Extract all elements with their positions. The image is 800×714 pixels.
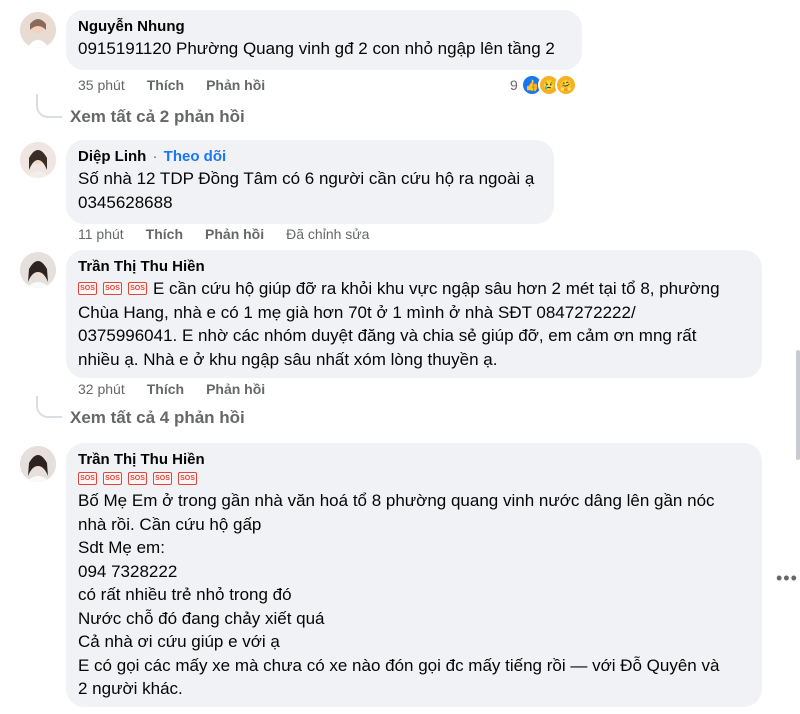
comment-author[interactable]: Trần Thị Thu Hiền: [78, 450, 750, 470]
reply-button[interactable]: Phản hồi: [206, 76, 265, 94]
sos-icon: SOS: [178, 471, 197, 485]
sos-icon: SOS: [128, 282, 147, 296]
comment-author[interactable]: Nguyễn Nhung: [78, 17, 570, 37]
reaction-count: 9: [510, 77, 518, 93]
comment-text: E cần cứu hộ giúp đỡ ra khỏi khu vực ngậ…: [153, 279, 720, 298]
scrollbar[interactable]: [796, 350, 800, 460]
like-button[interactable]: Thích: [147, 380, 184, 398]
reply-button[interactable]: Phản hồi: [206, 380, 265, 398]
more-horizontal-icon[interactable]: •••: [776, 568, 798, 589]
like-button[interactable]: Thích: [147, 76, 184, 94]
like-button[interactable]: Thích: [146, 225, 183, 243]
comment-actions: 35 phút Thích Phản hồi: [78, 76, 287, 94]
view-replies-link[interactable]: Xem tất cả 2 phản hồi: [70, 107, 245, 127]
care-reaction-icon: 🤗: [554, 74, 577, 96]
edited-label[interactable]: Đã chỉnh sửa: [286, 225, 369, 243]
sos-icon: SOS: [103, 282, 122, 296]
avatar[interactable]: [20, 446, 56, 482]
comment-bubble: Nguyễn Nhung 0915191120 Phường Quang vin…: [66, 10, 582, 70]
comment-bubble: Diệp Linh · Theo dõi Số nhà 12 TDP Đồng …: [66, 140, 554, 224]
comment-text: Chùa Hang, nhà e có 1 mẹ già hơn 70t ở 1…: [78, 302, 697, 369]
comment-text: Bố Mẹ Em ở trong gần nhà văn hoá tổ 8 ph…: [78, 491, 720, 698]
comment-author[interactable]: Trần Thị Thu Hiền: [78, 257, 750, 277]
separator-dot: ·: [152, 148, 158, 165]
comment-actions: 32 phút Thích Phản hồi: [78, 380, 287, 398]
comment-author[interactable]: Diệp Linh: [78, 148, 146, 165]
sos-icons-row: SOS SOS SOS SOS SOS: [78, 471, 750, 485]
sos-icon: SOS: [153, 471, 172, 485]
avatar[interactable]: [20, 252, 56, 288]
comment-time[interactable]: 35 phút: [78, 76, 125, 94]
comment-time[interactable]: 11 phút: [78, 225, 124, 243]
reaction-summary[interactable]: 9 👍 😢 🤗: [510, 74, 577, 96]
avatar[interactable]: [20, 142, 56, 178]
follow-link[interactable]: Theo dõi: [164, 148, 227, 165]
reply-thread-line: [36, 396, 62, 418]
sos-icon: SOS: [103, 471, 122, 485]
comment-actions: 11 phút Thích Phản hồi Đã chỉnh sửa: [78, 225, 391, 243]
comment-bubble: Trần Thị Thu Hiền SOS SOS SOS SOS SOS Bố…: [66, 443, 762, 707]
avatar[interactable]: [20, 12, 56, 48]
comment-text-first-line: SOS SOS SOS E cần cứu hộ giúp đỡ ra khỏi…: [78, 277, 750, 301]
reply-thread-line: [36, 94, 62, 118]
sos-icon: SOS: [78, 282, 97, 296]
comment-text: 0915191120 Phường Quang vinh gđ 2 con nh…: [78, 39, 555, 58]
reply-button[interactable]: Phản hồi: [205, 225, 264, 243]
comment-bubble: Trần Thị Thu Hiền SOS SOS SOS E cần cứu …: [66, 250, 762, 378]
sos-icon: SOS: [78, 471, 97, 485]
view-replies-link[interactable]: Xem tất cả 4 phản hồi: [70, 408, 245, 428]
comment-text: Số nhà 12 TDP Đồng Tâm có 6 người cần cứ…: [78, 169, 535, 212]
sos-icon: SOS: [128, 471, 147, 485]
comment-time[interactable]: 32 phút: [78, 380, 125, 398]
comment-header: Diệp Linh · Theo dõi: [78, 147, 542, 167]
